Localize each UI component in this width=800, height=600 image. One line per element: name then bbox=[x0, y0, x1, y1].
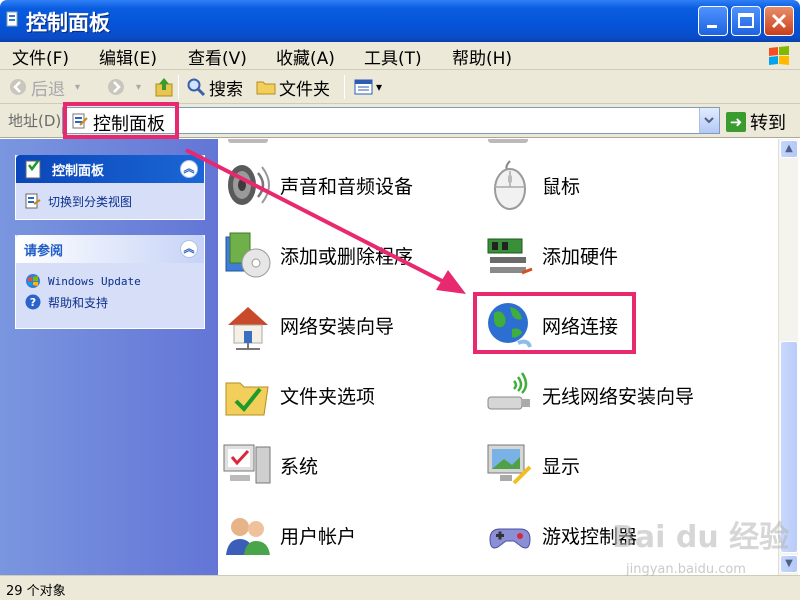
baidu-watermark: Bai du 经验 bbox=[612, 520, 790, 555]
baidu-watermark-url: jingyan.baidu.com bbox=[626, 562, 746, 577]
annotation-arrow bbox=[185, 148, 466, 294]
